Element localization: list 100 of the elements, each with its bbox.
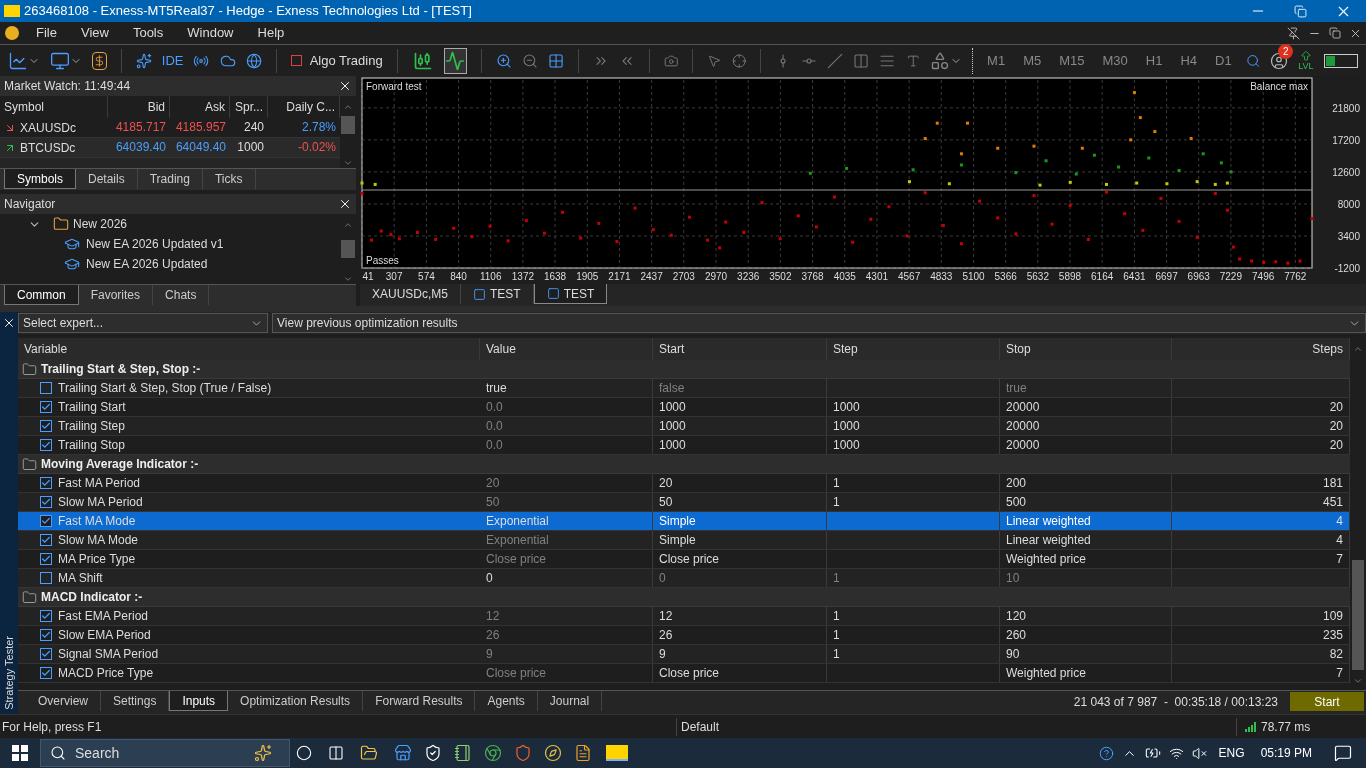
tree-item[interactable]: New EA 2026 Updated xyxy=(86,255,208,273)
axis-tick-label: 4833 xyxy=(930,271,953,282)
axis-tick-label: 2970 xyxy=(704,271,728,282)
group-label: Moving Average Indicator :- xyxy=(41,456,199,473)
table-cell: 260 xyxy=(1000,626,1172,644)
table-cell: Close price xyxy=(653,550,827,568)
axis-tick-label: 41 xyxy=(362,271,374,282)
y-axis-label: Balance max xyxy=(1250,81,1308,92)
axis-tick-label: 840 xyxy=(450,271,467,282)
table-row[interactable]: MACD Price Type Close price Close price Weighted price 7 xyxy=(18,664,1350,683)
panel-title: Market Watch: 11:49:44 xyxy=(4,78,131,95)
table-cell: 20000 xyxy=(1000,436,1172,454)
tab[interactable]: Details xyxy=(76,169,138,189)
axis-tick-label: 574 xyxy=(418,271,435,282)
tab[interactable]: Agents xyxy=(475,691,538,711)
table-row[interactable]: Trailing Step 0.0 1000 1000 20000 20 xyxy=(18,417,1350,436)
tab[interactable]: Favorites xyxy=(78,285,154,305)
table-row[interactable]: Trailing Stop 0.0 1000 1000 20000 20 xyxy=(18,436,1350,455)
x-axis-label: Passes xyxy=(366,255,399,266)
tab[interactable]: Chats xyxy=(153,285,210,305)
chart-tab[interactable]: XAUUSDc,M5 xyxy=(360,284,461,304)
timeframe-button[interactable]: M30 xyxy=(1098,50,1132,71)
group-label: Trailing Start & Step, Stop :- xyxy=(41,361,201,378)
table-cell: 500 xyxy=(1000,493,1172,511)
start-button[interactable]: Start xyxy=(1290,692,1364,711)
axis-tick-label: 3236 xyxy=(737,271,760,282)
menu-item[interactable]: Window xyxy=(175,23,246,43)
timeframe-button[interactable]: M5 xyxy=(1019,50,1046,71)
table-row[interactable]: Slow MA Period 50 50 1 500 451 xyxy=(18,493,1350,512)
timeframe-button[interactable]: H4 xyxy=(1176,50,1202,71)
tab[interactable]: Journal xyxy=(537,691,603,711)
panel-title: Strategy Tester xyxy=(1,636,16,710)
parameter-name: MA Price Type xyxy=(58,551,136,568)
table-cell-text: 64039.40 xyxy=(114,139,167,156)
table-cell: 0 xyxy=(653,569,827,587)
timeframe-button[interactable]: H1 xyxy=(1141,50,1167,71)
table-row[interactable]: Trailing Start & Step, Stop (True / False) true false true xyxy=(18,379,1350,398)
tab[interactable]: Ticks xyxy=(202,169,256,189)
menu-item[interactable]: View xyxy=(68,23,121,43)
table-row[interactable]: Fast MA Period 20 20 1 200 181 xyxy=(18,474,1350,493)
table-cell-text: -0.02% xyxy=(296,139,337,156)
table-row[interactable]: Fast MA Mode Exponential Simple Linear weighted 4 xyxy=(18,512,1350,531)
axis-tick-label: 1905 xyxy=(576,271,599,282)
table-cell: Close price xyxy=(653,664,827,682)
tab[interactable]: Common xyxy=(4,285,79,305)
table-row[interactable]: Slow MA Mode Exponential Simple Linear weighted 4 xyxy=(18,531,1350,550)
table-row[interactable]: Slow EMA Period 26 26 1 260 235 xyxy=(18,626,1350,645)
timeframe-button[interactable]: M1 xyxy=(983,50,1010,71)
table-cell: 1000 xyxy=(653,398,827,416)
table-cell: 200 xyxy=(1000,474,1172,492)
table-cell: 0.0 xyxy=(480,398,653,416)
table-row[interactable]: Signal SMA Period 9 9 1 90 82 xyxy=(18,645,1350,664)
axis-tick-label: 5898 xyxy=(1058,271,1082,282)
table-cell: 50 xyxy=(653,493,827,511)
tab[interactable]: Forward Results xyxy=(363,691,476,711)
axis-tick-label: 1638 xyxy=(543,271,567,282)
timeframe-button[interactable]: M15 xyxy=(1055,50,1089,71)
table-row[interactable]: MA Shift 0 0 1 10 xyxy=(18,569,1350,588)
table-cell: Linear weighted xyxy=(1000,512,1172,530)
table-row[interactable]: Fast EMA Period 12 12 1 120 109 xyxy=(18,607,1350,626)
table-row[interactable]: BTCUSDc 64039.40 64049.40 1000 -0.02% xyxy=(0,138,340,158)
parameter-name: Fast EMA Period xyxy=(58,608,149,625)
table-row[interactable]: MA Price Type Close price Close price Weighted price 7 xyxy=(18,550,1350,569)
tree-item[interactable]: New 2026 xyxy=(73,215,128,233)
table-row[interactable]: XAUUSDc 4185.717 4185.957 240 2.78% xyxy=(0,118,340,138)
table-cell: Simple xyxy=(653,512,827,530)
table-cell-text: XAUUSDc xyxy=(20,119,76,137)
clock[interactable]: 05:19 PM xyxy=(1260,744,1312,762)
tab[interactable]: Overview xyxy=(26,691,101,711)
menu-item[interactable]: Tools xyxy=(120,23,176,43)
timeframe-button[interactable]: D1 xyxy=(1211,50,1236,71)
chart-tab[interactable]: TEST xyxy=(533,284,608,304)
progress-text: 21 043 of 7 987 - 00:35:18 / 00:13:23 xyxy=(1073,693,1278,711)
tab[interactable]: Optimization Results xyxy=(228,691,364,711)
axis-tick-label: 5366 xyxy=(994,271,1017,282)
chart-title: Forward test xyxy=(366,81,422,92)
tree-item[interactable]: New EA 2026 Updated v1 xyxy=(86,235,224,253)
table-cell: 1000 xyxy=(827,436,1000,454)
ide-button[interactable]: IDE xyxy=(161,50,184,71)
table-cell-text: BTCUSDc xyxy=(20,139,76,157)
table-cell-text: 2.78% xyxy=(300,119,337,136)
menu-item[interactable]: Help xyxy=(245,23,297,43)
expert-dropdown[interactable]: Select expert... xyxy=(18,313,268,333)
table-cell: true xyxy=(480,379,653,397)
algo-trading-button[interactable]: Algo Trading xyxy=(290,50,383,71)
table-cell: 1 xyxy=(827,626,1000,644)
menu-item[interactable]: File xyxy=(24,23,69,43)
tab[interactable]: Trading xyxy=(137,169,203,189)
chart-tab[interactable]: TEST xyxy=(461,284,534,304)
table-cell: 12 xyxy=(480,607,653,625)
axis-tick-label: 2703 xyxy=(672,271,695,282)
search-field[interactable]: Search xyxy=(40,739,290,767)
table-row[interactable]: Trailing Start 0.0 1000 1000 20000 20 xyxy=(18,398,1350,417)
table-cell-text: 64049.40 xyxy=(174,139,227,156)
table-cell: 26 xyxy=(480,626,653,644)
results-dropdown[interactable]: View previous optimization results xyxy=(272,313,1366,333)
tab[interactable]: Inputs xyxy=(169,691,229,711)
tab[interactable]: Symbols xyxy=(4,169,76,189)
language-indicator[interactable]: ENG xyxy=(1218,744,1245,762)
table-cell: Exponential xyxy=(480,512,653,530)
